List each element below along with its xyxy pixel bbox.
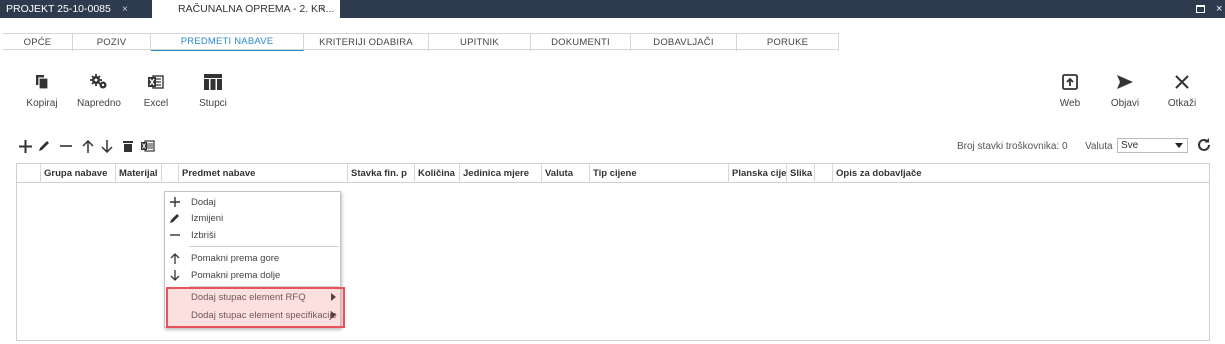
currency-value: Sve — [1121, 140, 1139, 151]
arrow-down-icon — [169, 269, 181, 281]
trash-icon[interactable] — [121, 139, 135, 153]
grid-column[interactable]: Količina — [415, 164, 460, 183]
advanced-button[interactable]: Napredno — [74, 74, 124, 109]
grid-column[interactable]: Grupa nabave — [41, 164, 116, 183]
gears-icon — [90, 74, 107, 89]
copy-button[interactable]: Kopiraj — [17, 74, 67, 109]
title-bar: PROJEKT 25-10-0085 × RAČUNALNA OPREMA - … — [0, 0, 1225, 18]
web-export-icon — [1062, 74, 1078, 90]
arrow-up-icon — [169, 252, 181, 264]
window-tab-project[interactable]: PROJEKT 25-10-0085 × — [0, 0, 152, 18]
maximize-icon[interactable] — [1196, 0, 1205, 18]
cancel-button[interactable]: Otkaži — [1157, 74, 1207, 109]
highlight-box — [166, 287, 345, 328]
menu-item-move-down[interactable]: Pomakni prema dolje — [165, 267, 340, 283]
columns-button[interactable]: Stupci — [188, 74, 238, 109]
currency-label: Valuta — [1085, 141, 1113, 152]
menu-item-dodaj[interactable]: Dodaj — [165, 194, 340, 210]
window-tab-rfq[interactable]: RAČUNALNA OPREMA - 2. KR... × — [152, 0, 340, 18]
menu-item-label: Izmijeni — [191, 212, 224, 224]
menu-item-label: Pomakni prema gore — [191, 252, 280, 264]
tab-close-icon[interactable]: × — [122, 4, 128, 15]
web-button[interactable]: Web — [1045, 74, 1095, 109]
publish-label: Objavi — [1110, 98, 1140, 109]
grid-column[interactable]: Slika — [787, 164, 815, 183]
move-up-icon[interactable] — [81, 139, 95, 153]
grid-column[interactable]: Tip cijene — [590, 164, 729, 183]
excel-icon — [148, 75, 164, 89]
chevron-down-icon — [1175, 143, 1183, 148]
grid-column[interactable]: Jedinica mjere — [460, 164, 542, 183]
window-tab-label: PROJEKT 25-10-0085 — [6, 3, 111, 15]
edit-icon[interactable] — [37, 139, 51, 153]
menu-item-label: Pomakni prema dolje — [191, 269, 281, 281]
copy-label: Kopiraj — [26, 98, 58, 109]
plus-icon — [169, 196, 181, 208]
item-count: Broj stavki troškovnika: 0 — [957, 141, 1068, 152]
grid-column[interactable] — [162, 164, 179, 183]
menu-separator — [189, 246, 339, 247]
grid-column[interactable]: Materijal — [116, 164, 162, 183]
columns-label: Stupci — [199, 98, 227, 109]
menu-item-move-up[interactable]: Pomakni prema gore — [165, 250, 340, 266]
web-label: Web — [1059, 98, 1081, 109]
menu-item-label: Izbriši — [191, 229, 216, 241]
refresh-icon[interactable] — [1196, 137, 1212, 156]
section-tabs: OPĆE POZIV PREDMETI NABAVE KRITERIJI ODA… — [3, 33, 839, 51]
minus-icon — [169, 229, 181, 241]
tabs-divider — [3, 49, 839, 50]
grid-header: Grupa nabave Materijal Predmet nabave St… — [17, 164, 1209, 183]
move-down-icon[interactable] — [100, 139, 114, 153]
excel-label: Excel — [143, 98, 169, 109]
window-tab-label: RAČUNALNA OPREMA - 2. KR... — [178, 3, 335, 15]
delete-row-icon[interactable] — [59, 139, 73, 153]
publish-button[interactable]: Objavi — [1100, 74, 1150, 109]
currency-select[interactable]: Sve — [1117, 138, 1188, 153]
grid-column[interactable]: Valuta — [542, 164, 590, 183]
advanced-label: Napredno — [77, 98, 121, 109]
excel-small-icon[interactable] — [141, 139, 155, 153]
menu-item-izbrisi[interactable]: Izbriši — [165, 227, 340, 243]
menu-item-izmijeni[interactable]: Izmijeni — [165, 210, 340, 226]
grid-column[interactable]: Planska cijena — [729, 164, 787, 183]
send-icon — [1117, 75, 1133, 89]
add-icon[interactable] — [18, 139, 32, 153]
close-icon — [1175, 75, 1189, 89]
cancel-label: Otkaži — [1167, 98, 1197, 109]
tab-close-icon[interactable]: × — [320, 4, 326, 15]
grid-column-select[interactable] — [17, 164, 41, 183]
grid-column[interactable]: Predmet nabave — [179, 164, 348, 183]
pencil-icon — [169, 212, 181, 224]
columns-icon — [204, 74, 222, 90]
grid-column[interactable]: Stavka fin. p — [348, 164, 415, 183]
menu-item-label: Dodaj — [191, 196, 216, 208]
copy-icon — [36, 75, 49, 90]
grid-column[interactable] — [815, 164, 833, 183]
excel-button[interactable]: Excel — [131, 74, 181, 109]
grid-column[interactable]: Opis za dobavljače — [833, 164, 1209, 183]
window-close-icon[interactable]: × — [1216, 0, 1222, 18]
